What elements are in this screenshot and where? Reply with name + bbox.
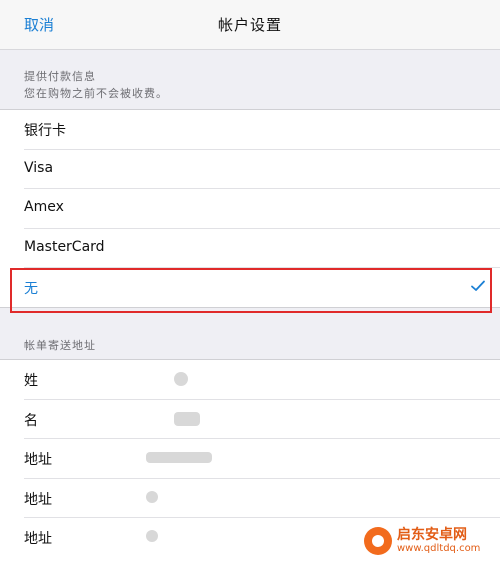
billing-field-label: 地址 <box>24 491 52 508</box>
payment-option-none[interactable]: 无 <box>24 268 500 308</box>
payment-option-visa[interactable]: Visa <box>24 150 500 189</box>
payment-option-label: 无 <box>24 281 38 297</box>
payment-option-mastercard[interactable]: MasterCard <box>24 229 500 268</box>
payment-header-title: 提供付款信息 <box>24 70 96 83</box>
navigation-bar: 取消 帐户设置 <box>0 0 500 50</box>
redacted-value <box>146 530 158 542</box>
site-watermark: 启东安卓网 www.qdltdq.com <box>364 521 496 561</box>
payment-option-bank-card[interactable]: 银行卡 <box>24 110 500 150</box>
billing-field-last-name[interactable]: 姓 <box>24 360 500 400</box>
payment-option-label: Visa <box>24 159 54 176</box>
watermark-name: 启东安卓网 <box>397 527 467 543</box>
checkmark-icon <box>471 280 485 291</box>
billing-field-address-2[interactable]: 地址 <box>24 479 500 518</box>
page-title: 帐户设置 <box>217 16 282 34</box>
redacted-value <box>174 372 188 386</box>
payment-section-header: 提供付款信息 您在购物之前不会被收费。 <box>24 68 168 102</box>
billing-field-label: 地址 <box>24 452 52 468</box>
billing-section-header: 帐单寄送地址 <box>24 339 96 352</box>
redacted-value <box>146 452 212 463</box>
billing-field-label: 姓 <box>24 373 38 389</box>
payment-option-label: Amex <box>24 199 64 215</box>
payment-options-list: 银行卡 Visa Amex MasterCard 无 <box>0 109 500 308</box>
payment-option-label: 银行卡 <box>24 123 66 139</box>
watermark-logo-icon <box>364 527 392 555</box>
watermark-url: www.qdltdq.com <box>397 543 481 554</box>
payment-option-label: MasterCard <box>24 238 105 255</box>
billing-field-label: 地址 <box>24 531 52 547</box>
billing-field-address-1[interactable]: 地址 <box>24 439 500 479</box>
billing-field-label: 名 <box>24 412 38 429</box>
payment-option-amex[interactable]: Amex <box>24 189 500 229</box>
redacted-value <box>174 411 200 426</box>
payment-header-note: 您在购物之前不会被收费。 <box>24 87 168 100</box>
redacted-value <box>146 490 158 503</box>
billing-field-first-name[interactable]: 名 <box>24 400 500 439</box>
